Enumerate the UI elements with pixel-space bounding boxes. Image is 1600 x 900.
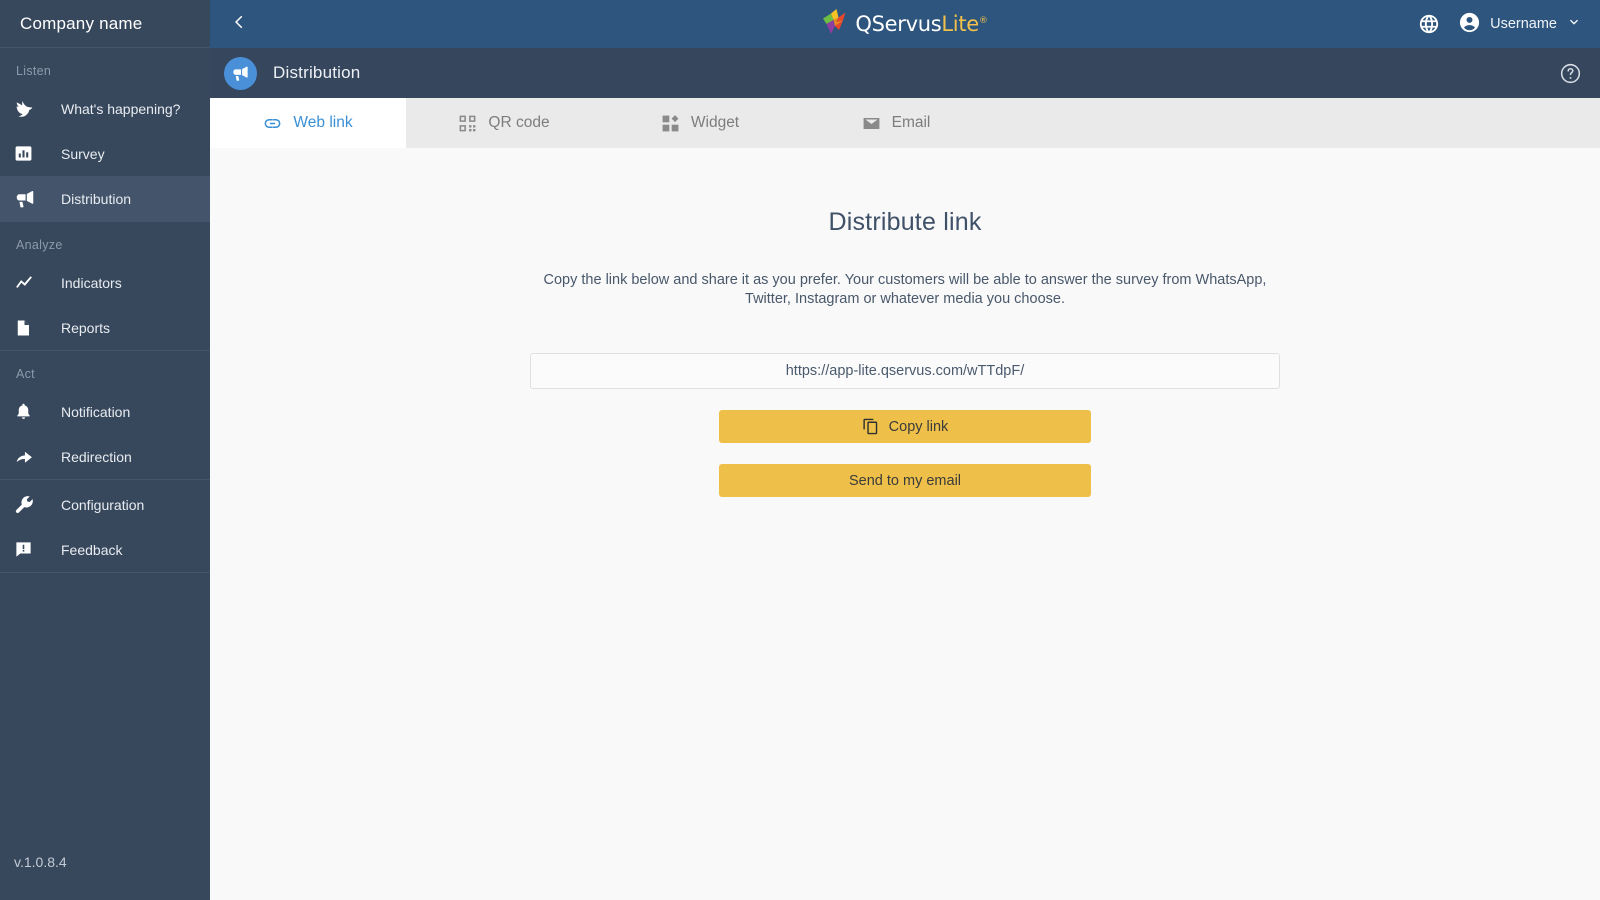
tab-label: Web link bbox=[293, 114, 353, 131]
back-button[interactable] bbox=[210, 0, 270, 48]
bar-chart-icon bbox=[14, 144, 44, 163]
link-icon bbox=[263, 114, 282, 133]
megaphone-icon bbox=[224, 56, 257, 90]
nav-group-act: Act Notification Redirection bbox=[0, 351, 210, 480]
tab-widget[interactable]: Widget bbox=[602, 98, 798, 148]
nav-group-analyze: Analyze Indicators Reports bbox=[0, 222, 210, 351]
copy-link-label: Copy link bbox=[888, 418, 949, 435]
app-root: Company name Listen What's happening? Su… bbox=[0, 0, 1600, 900]
chevron-down-icon bbox=[1566, 14, 1582, 34]
sidebar: Company name Listen What's happening? Su… bbox=[0, 0, 210, 900]
qservus-flame-icon bbox=[822, 8, 848, 40]
brand-secondary: Lite bbox=[941, 12, 979, 36]
sidebar-item-label: Indicators bbox=[61, 274, 122, 291]
nav-group-settings: Configuration Feedback bbox=[0, 482, 210, 573]
tab-web-link[interactable]: Web link bbox=[210, 98, 406, 148]
brand-registered: ® bbox=[978, 16, 988, 26]
bell-icon bbox=[14, 402, 44, 421]
nav-group-label-analyze: Analyze bbox=[16, 238, 63, 252]
sidebar-item-label: What's happening? bbox=[61, 100, 181, 117]
brand-logo: QServusLite® bbox=[210, 0, 1600, 48]
nav-group-listen: Listen What's happening? Survey Distribu… bbox=[0, 48, 210, 222]
sidebar-item-redirection[interactable]: Redirection bbox=[0, 434, 210, 479]
panel-heading: Distribute link bbox=[828, 208, 982, 236]
page-header: Distribution bbox=[210, 48, 1600, 98]
nav-group-label-act: Act bbox=[16, 367, 35, 381]
qr-code-icon bbox=[458, 114, 477, 133]
send-to-email-button[interactable]: Send to my email bbox=[719, 464, 1091, 498]
tab-qr-code[interactable]: QR code bbox=[406, 98, 602, 148]
tab-label: QR code bbox=[488, 114, 550, 131]
sidebar-item-distribution[interactable]: Distribution bbox=[0, 176, 210, 221]
tab-label: Widget bbox=[690, 114, 740, 131]
copy-icon bbox=[862, 418, 879, 435]
sidebar-item-whats-happening[interactable]: What's happening? bbox=[0, 86, 210, 131]
main-pane: QServusLite® Username Distribution Web l… bbox=[210, 0, 1600, 900]
distribution-tabs: Web link QR code Widget Email bbox=[210, 98, 1600, 148]
comment-alert-icon bbox=[14, 540, 44, 559]
help-circle-icon[interactable] bbox=[1559, 62, 1582, 85]
tab-email[interactable]: Email bbox=[798, 98, 994, 148]
top-header-actions: Username bbox=[1418, 11, 1600, 38]
sidebar-item-notification[interactable]: Notification bbox=[0, 389, 210, 434]
wrench-icon bbox=[14, 494, 44, 515]
sidebar-item-label: Configuration bbox=[61, 496, 145, 513]
panel-description: Copy the link below and share it as you … bbox=[543, 272, 1267, 308]
document-icon bbox=[14, 319, 44, 337]
sidebar-item-survey[interactable]: Survey bbox=[0, 131, 210, 176]
nav-group-label-listen: Listen bbox=[16, 64, 52, 78]
sidebar-item-label: Feedback bbox=[61, 541, 123, 558]
tab-label: Email bbox=[891, 114, 931, 131]
bird-icon bbox=[14, 98, 44, 119]
distribute-link-panel: Distribute link Copy the link below and … bbox=[210, 148, 1600, 900]
top-header: QServusLite® Username bbox=[210, 0, 1600, 48]
widget-icon bbox=[661, 114, 680, 133]
sidebar-item-reports[interactable]: Reports bbox=[0, 305, 210, 350]
user-circle-icon bbox=[1458, 11, 1481, 38]
arrow-redirect-icon bbox=[14, 446, 44, 467]
username-label: Username bbox=[1490, 16, 1557, 32]
page-title: Distribution bbox=[273, 63, 361, 82]
trend-line-icon bbox=[14, 272, 44, 294]
globe-icon[interactable] bbox=[1418, 13, 1440, 35]
sidebar-item-label: Reports bbox=[61, 319, 111, 336]
sidebar-item-label: Survey bbox=[61, 145, 105, 162]
sidebar-item-configuration[interactable]: Configuration bbox=[0, 482, 210, 527]
megaphone-icon bbox=[14, 188, 44, 210]
user-menu[interactable]: Username bbox=[1458, 11, 1582, 38]
sidebar-item-label: Notification bbox=[61, 403, 131, 420]
app-version: v.1.0.8.4 bbox=[14, 854, 67, 870]
company-name: Company name bbox=[0, 0, 210, 48]
sidebar-item-label: Redirection bbox=[61, 448, 132, 465]
copy-link-button[interactable]: Copy link bbox=[719, 410, 1091, 444]
survey-link-field[interactable]: https://app-lite.qservus.com/wTTdpF/ bbox=[530, 353, 1280, 390]
sidebar-item-label: Distribution bbox=[61, 190, 132, 207]
sidebar-item-feedback[interactable]: Feedback bbox=[0, 527, 210, 572]
chevron-left-icon bbox=[232, 14, 248, 35]
envelope-icon bbox=[862, 114, 881, 133]
send-email-label: Send to my email bbox=[848, 472, 962, 489]
brand-primary: QServus bbox=[855, 12, 942, 36]
brand-wordmark: QServusLite® bbox=[855, 12, 987, 36]
sidebar-item-indicators[interactable]: Indicators bbox=[0, 260, 210, 305]
